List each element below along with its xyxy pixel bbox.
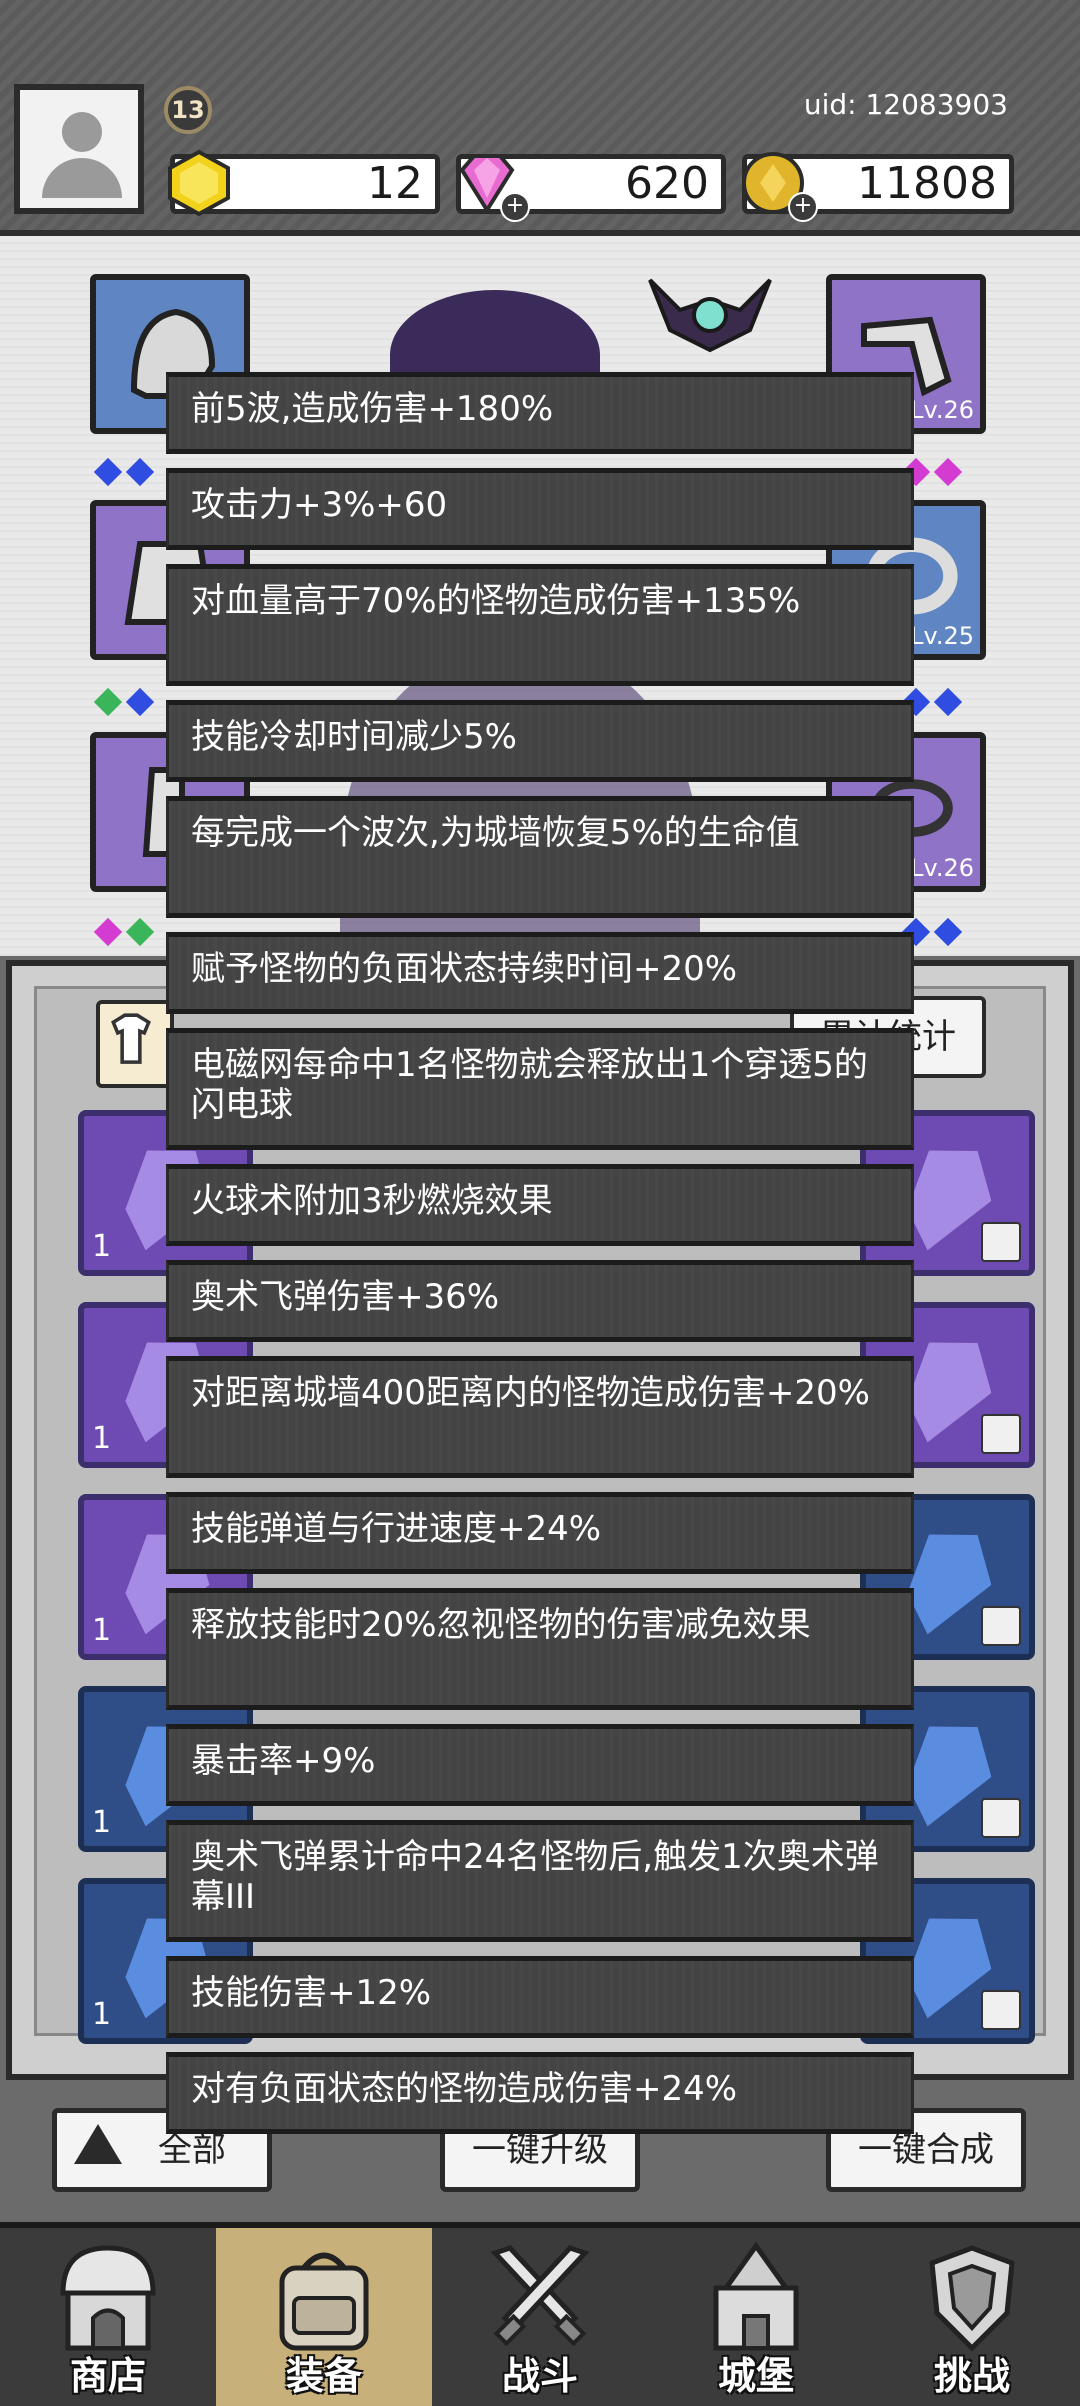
shirt-icon [111, 1013, 151, 1064]
gem-slots-row [92, 687, 156, 717]
item-count: 1 [92, 1421, 112, 1456]
currency-gold-value: 12 [367, 158, 423, 209]
gem-icon [125, 687, 155, 717]
add-gem-button[interactable]: + [500, 192, 530, 222]
item-count: 1 [92, 1805, 112, 1840]
gem-icon [93, 687, 123, 717]
filter-button[interactable] [96, 1000, 174, 1088]
nav-equipment[interactable]: 装备 [216, 2228, 432, 2406]
attribute-line: 技能冷却时间减少5% [166, 700, 914, 782]
nav-challenge[interactable]: 挑战 [864, 2228, 1080, 2406]
equip-slot-level: Lv.26 [910, 854, 974, 882]
attribute-line: 释放技能时20%忽视怪物的伤害减免效果 [166, 1588, 914, 1710]
castle-icon [713, 2241, 799, 2351]
attribute-line: 奥术飞弹伤害+36% [166, 1260, 914, 1342]
backpack-icon [279, 2252, 369, 2351]
equip-slot-level: Lv.25 [910, 622, 974, 650]
gem-icon [93, 457, 123, 487]
user-id: uid: 12083903 [803, 88, 1008, 121]
attribute-line: 奥术飞弹累计命中24名怪物后,触发1次奥术弹幕III [166, 1820, 914, 1942]
crossed-swords-icon [490, 2245, 590, 2347]
attribute-line: 对有负面状态的怪物造成伤害+24% [166, 2052, 914, 2134]
item-count: 1 [92, 1997, 112, 2032]
add-coin-button[interactable]: + [788, 192, 818, 222]
gem-slots-row [92, 917, 156, 947]
attribute-line: 暴击率+9% [166, 1724, 914, 1806]
avatar-body-icon [42, 158, 122, 198]
gem-icon [125, 917, 155, 947]
currency-coin-value: 11808 [857, 158, 997, 209]
attribute-line: 火球术附加3秒燃烧效果 [166, 1164, 914, 1246]
gem-icon [93, 917, 123, 947]
bracer-icon [981, 1606, 1021, 1646]
nav-shop-label: 商店 [69, 2354, 146, 2398]
boots-icon [981, 1222, 1021, 1262]
currency-gem-value: 620 [625, 158, 709, 209]
nav-battle-label: 战斗 [501, 2354, 578, 2398]
attribute-line: 技能弹道与行进速度+24% [166, 1492, 914, 1574]
triangle-up-icon [74, 2124, 122, 2164]
nav-castle[interactable]: 城堡 [648, 2228, 864, 2406]
nav-shop[interactable]: 商店 [0, 2228, 216, 2406]
avatar-head-icon [62, 112, 102, 152]
gem-icon [933, 917, 963, 947]
top-bar: 13 uid: 12083903 12 620 + 11808 + [0, 0, 1080, 236]
filter-all-label: 全部 [158, 2130, 226, 2170]
item-count: 1 [92, 1229, 112, 1264]
attribute-line: 对距离城墙400距离内的怪物造成伤害+20% [166, 1356, 914, 1478]
nav-battle[interactable]: 战斗 [432, 2228, 648, 2406]
attribute-line: 前5波,造成伤害+180% [166, 372, 914, 454]
attribute-line: 攻击力+3%+60 [166, 468, 914, 550]
attribute-line: 每完成一个波次,为城墙恢复5%的生命值 [166, 796, 914, 918]
shield-icon [929, 2245, 1015, 2352]
gold-hexagon-icon [168, 149, 230, 217]
shop-icon [60, 2245, 156, 2351]
attribute-line: 对血量高于70%的怪物造成伤害+135% [166, 564, 914, 686]
gem-icon [933, 457, 963, 487]
boots-icon [981, 1990, 1021, 2030]
gem-icon [125, 457, 155, 487]
player-avatar[interactable] [14, 84, 144, 214]
item-count: 1 [92, 1613, 112, 1648]
level-badge: 13 [164, 86, 212, 134]
nav-equipment-label: 装备 [285, 2354, 362, 2398]
attribute-line: 电磁网每命中1名怪物就会释放出1个穿透5的闪电球 [166, 1028, 914, 1150]
cloak-icon [981, 1798, 1021, 1838]
equip-slot-level: Lv.26 [910, 396, 974, 424]
staff-icon [648, 278, 772, 353]
gem-slots-row [92, 457, 156, 487]
attribute-line: 技能伤害+12% [166, 1956, 914, 2038]
nav-challenge-label: 挑战 [933, 2354, 1010, 2398]
gem-icon [933, 687, 963, 717]
ring-icon [981, 1414, 1021, 1454]
nav-castle-label: 城堡 [717, 2354, 794, 2398]
bottom-nav: 商店 装备 战斗 城堡 挑战 [0, 2222, 1080, 2406]
attribute-line: 赋予怪物的负面状态持续时间+20% [166, 932, 914, 1014]
